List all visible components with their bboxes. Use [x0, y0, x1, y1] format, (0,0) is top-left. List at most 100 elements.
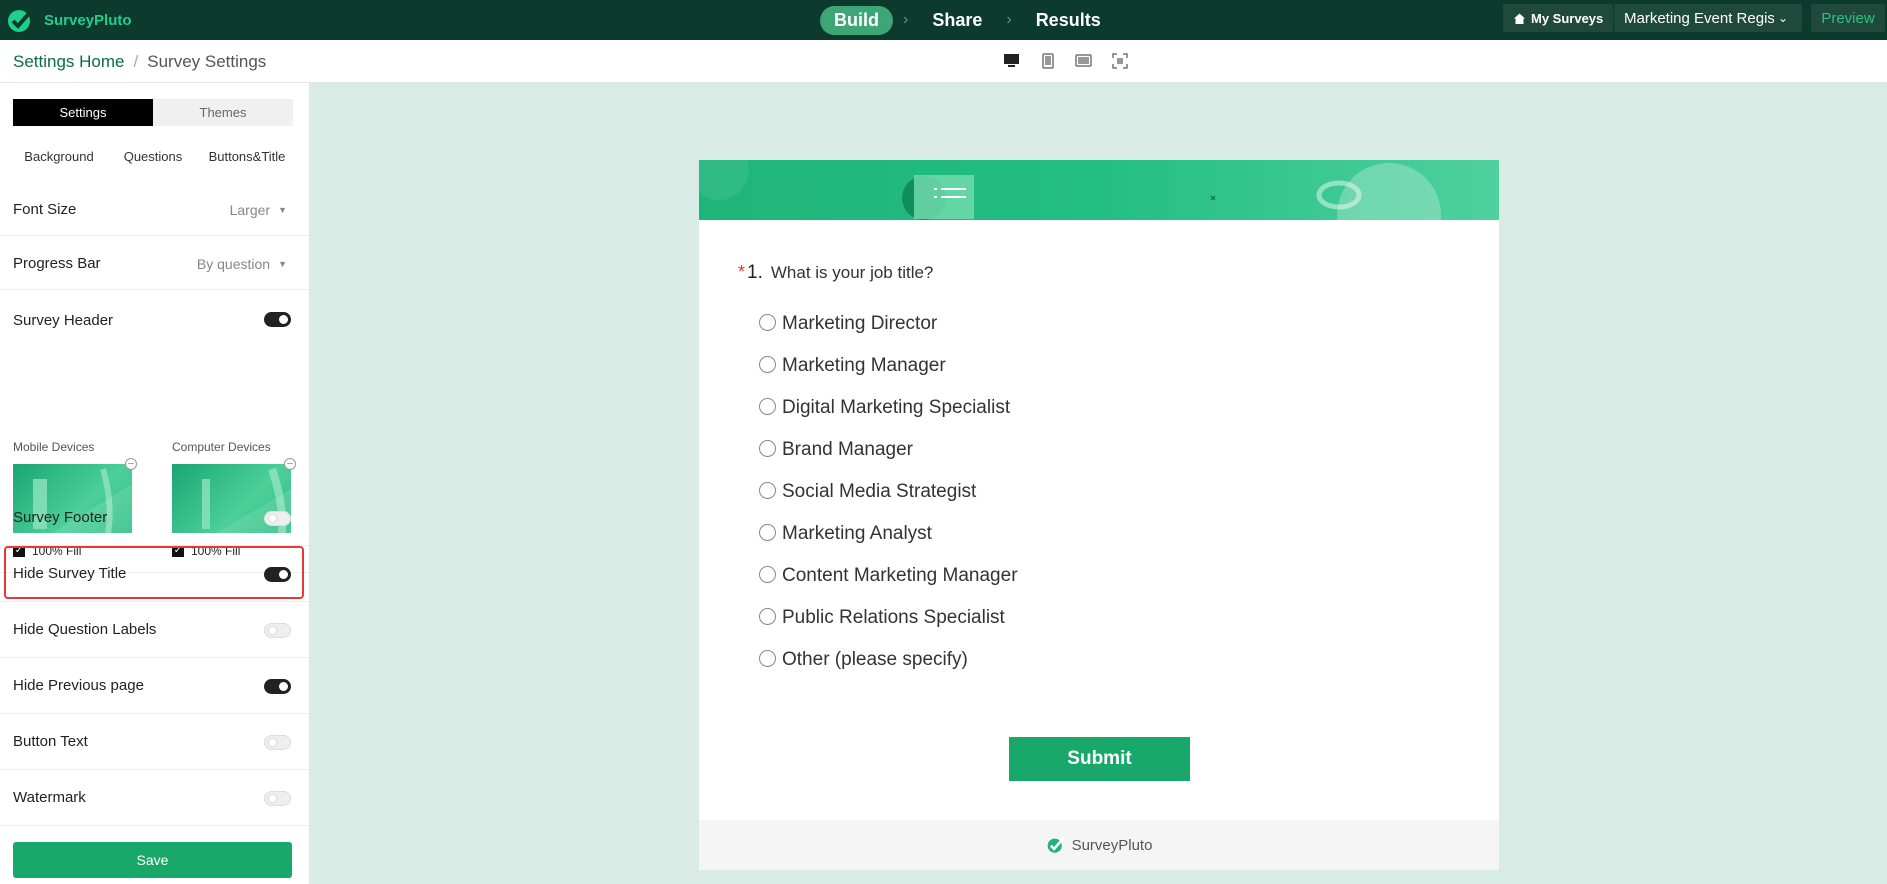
watermark-label: Watermark	[13, 789, 86, 806]
preview-button[interactable]: Preview	[1811, 4, 1885, 32]
progress-bar-row: Progress Bar By question ▼	[0, 236, 309, 290]
sidebar-tabs: Settings Themes	[13, 99, 293, 126]
radio-button[interactable]	[759, 313, 776, 331]
option-label: Marketing Analyst	[782, 523, 932, 544]
hide-question-labels-label: Hide Question Labels	[13, 621, 157, 638]
breadcrumb-current: Survey Settings	[147, 52, 267, 71]
app-name: SurveyPluto	[44, 11, 132, 29]
radio-option[interactable]: Public Relations Specialist	[759, 597, 1018, 639]
hide-previous-page-toggle[interactable]	[264, 679, 291, 694]
my-surveys-label: My Surveys	[1531, 10, 1604, 26]
computer-devices-label: Computer Devices	[172, 440, 271, 454]
tab-settings[interactable]: Settings	[13, 99, 153, 126]
chevron-right-icon: ›	[1006, 11, 1012, 28]
survey-select-value: Marketing Event Regist	[1624, 9, 1774, 27]
survey-select-dropdown[interactable]: Marketing Event Regist ⌄	[1614, 4, 1802, 32]
radio-option[interactable]: Social Media Strategist	[759, 471, 1018, 513]
settings-subtabs: Background Questions Buttons&Title	[13, 149, 293, 164]
tablet-view-icon[interactable]	[1075, 52, 1092, 69]
settings-sidebar: Settings Themes Background Questions But…	[0, 83, 309, 884]
step-nav: Build › Share › Results	[820, 4, 1115, 36]
hide-question-labels-row: Hide Question Labels	[0, 602, 309, 658]
survey-footer-row: Survey Footer	[0, 490, 309, 546]
watermark-toggle[interactable]	[264, 791, 291, 806]
desktop-view-icon[interactable]	[1003, 52, 1020, 69]
font-size-row: Font Size Larger ▼	[0, 182, 309, 236]
step-share[interactable]: Share	[918, 6, 996, 35]
radio-option[interactable]: Marketing Analyst	[759, 513, 1018, 555]
question-title: * 1. What is your job title?	[738, 262, 933, 284]
radio-button[interactable]	[759, 607, 776, 625]
radio-option[interactable]: Marketing Manager	[759, 345, 1018, 387]
hide-previous-page-row: Hide Previous page	[0, 658, 309, 714]
option-label: Marketing Manager	[782, 355, 946, 376]
survey-header-label: Survey Header	[13, 312, 114, 329]
survey-preview-card: * 1. What is your job title? Marketing D…	[699, 160, 1499, 870]
surveypluto-logo-icon	[1047, 837, 1064, 853]
button-text-label: Button Text	[13, 733, 88, 750]
font-size-value: Larger	[229, 202, 271, 218]
save-button[interactable]: Save	[13, 842, 292, 878]
app-logo[interactable]: SurveyPluto	[6, 6, 132, 34]
remove-mobile-header-icon[interactable]: –	[125, 458, 137, 470]
option-label: Content Marketing Manager	[782, 565, 1018, 586]
device-preview-toggles	[1003, 52, 1128, 69]
fullscreen-icon[interactable]	[1111, 52, 1128, 69]
option-label: Social Media Strategist	[782, 481, 977, 502]
survey-footer-brand: SurveyPluto	[699, 820, 1499, 870]
radio-button[interactable]	[759, 481, 776, 499]
radio-button[interactable]	[759, 397, 776, 415]
survey-header-banner	[699, 160, 1499, 220]
radio-button[interactable]	[759, 649, 776, 667]
caret-down-icon: ▼	[278, 259, 287, 269]
font-size-label: Font Size	[13, 201, 77, 218]
chevron-down-icon: ⌄	[1778, 11, 1789, 25]
surveypluto-logo-icon	[8, 8, 34, 32]
radio-button[interactable]	[759, 523, 776, 541]
breadcrumb-bar: Settings Home / Survey Settings	[0, 40, 1887, 83]
breadcrumb-separator: /	[133, 52, 139, 71]
question-text: What is your job title?	[770, 263, 934, 282]
step-results[interactable]: Results	[1022, 6, 1115, 35]
radio-option[interactable]: Digital Marketing Specialist	[759, 387, 1018, 429]
subtab-questions[interactable]: Questions	[107, 149, 199, 164]
radio-option[interactable]: Brand Manager	[759, 429, 1018, 471]
mobile-view-icon[interactable]	[1039, 52, 1056, 69]
progress-bar-select[interactable]: By question ▼	[197, 256, 287, 272]
top-bar: SurveyPluto Build › Share › Results My S…	[0, 0, 1887, 40]
watermark-row: Watermark	[0, 770, 309, 826]
button-text-toggle[interactable]	[264, 735, 291, 750]
subtab-background[interactable]: Background	[13, 149, 105, 164]
tab-themes[interactable]: Themes	[153, 99, 293, 126]
radio-button[interactable]	[759, 565, 776, 583]
survey-footer-toggle[interactable]	[264, 511, 291, 526]
radio-button[interactable]	[759, 355, 776, 373]
option-label: Marketing Director	[782, 313, 938, 334]
radio-option[interactable]: Other (please specify)	[759, 639, 1018, 681]
survey-footer-label: Survey Footer	[13, 509, 108, 526]
survey-header-toggle-display[interactable]	[264, 312, 291, 327]
progress-bar-value: By question	[196, 256, 271, 272]
remove-computer-header-icon[interactable]: –	[284, 458, 296, 470]
step-build[interactable]: Build	[820, 5, 893, 35]
subtab-buttons-title[interactable]: Buttons&Title	[201, 149, 293, 164]
option-label: Brand Manager	[782, 439, 913, 460]
option-label: Digital Marketing Specialist	[782, 397, 1011, 418]
question-number: 1.	[747, 262, 763, 283]
radio-option[interactable]: Content Marketing Manager	[759, 555, 1018, 597]
option-label: Other (please specify)	[782, 649, 968, 670]
radio-button[interactable]	[759, 439, 776, 457]
progress-bar-label: Progress Bar	[13, 255, 101, 272]
hide-question-labels-toggle[interactable]	[264, 623, 291, 638]
breadcrumb-settings-home[interactable]: Settings Home	[13, 52, 125, 72]
mobile-devices-label: Mobile Devices	[13, 440, 95, 454]
option-label: Public Relations Specialist	[782, 607, 1005, 628]
font-size-select[interactable]: Larger ▼	[230, 202, 287, 218]
hide-previous-page-label: Hide Previous page	[13, 677, 144, 694]
submit-button[interactable]: Submit	[1009, 737, 1190, 781]
my-surveys-button[interactable]: My Surveys	[1503, 4, 1614, 32]
footer-brand-name: SurveyPluto	[1071, 836, 1153, 854]
radio-option[interactable]: Marketing Director	[759, 303, 1018, 345]
breadcrumb: Settings Home / Survey Settings	[13, 52, 266, 72]
home-icon	[1514, 13, 1525, 24]
